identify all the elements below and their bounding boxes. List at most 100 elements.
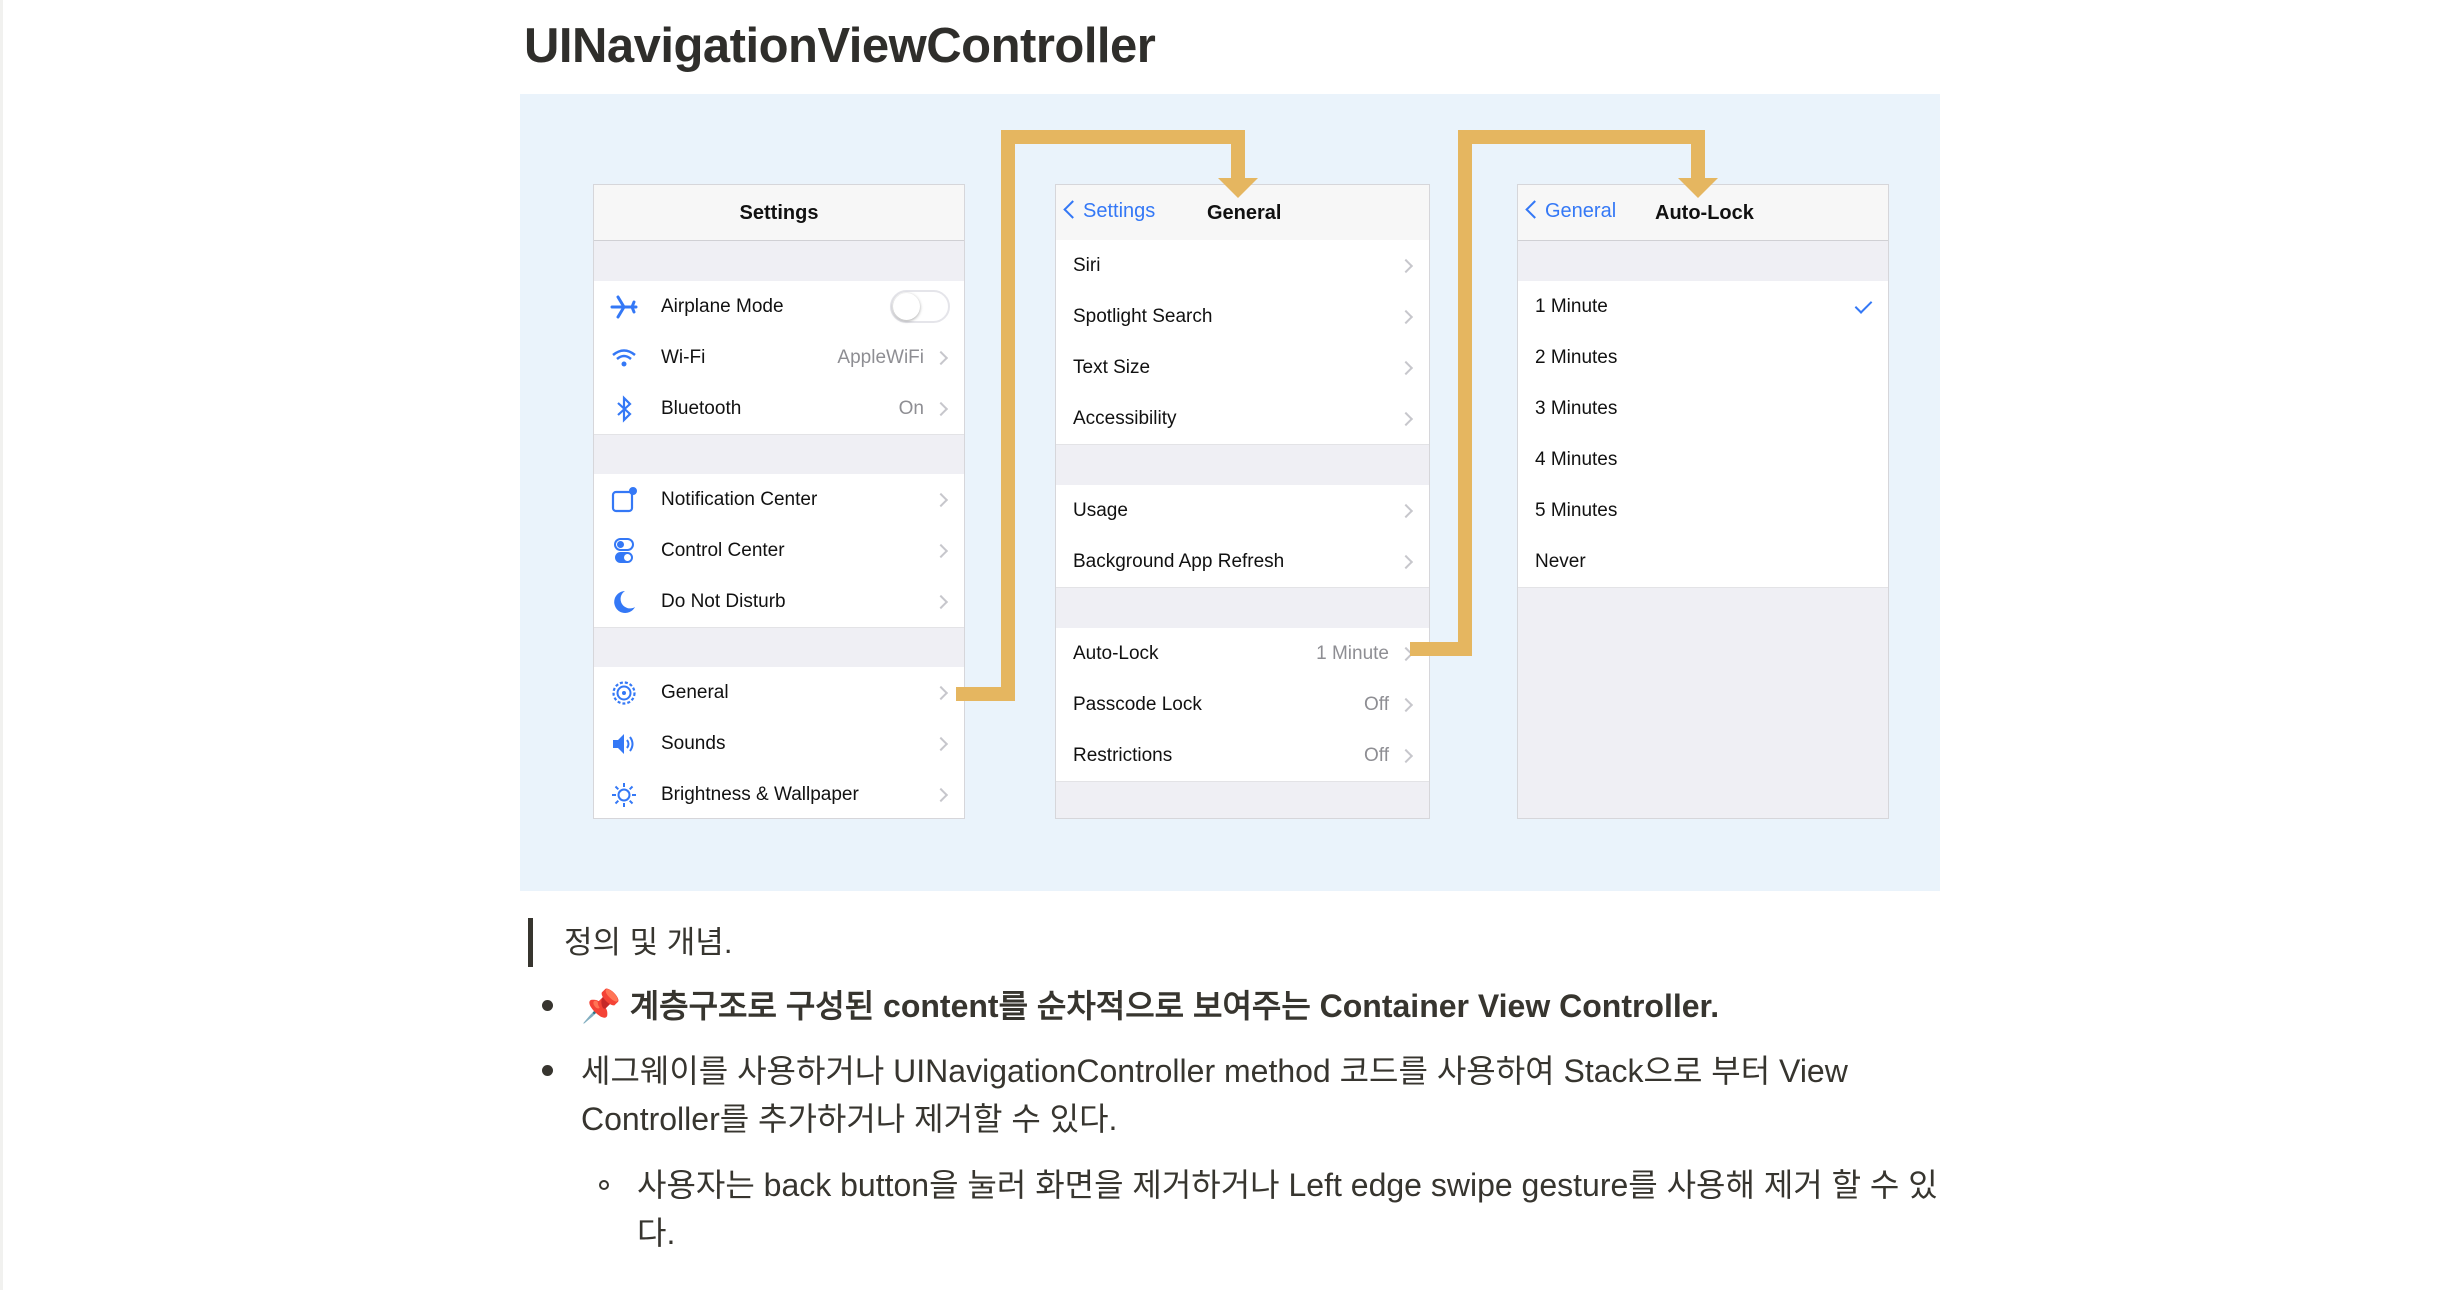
autolock-row-label: 4 Minutes — [1535, 449, 1618, 470]
bullet-text-line: 세그웨이를 사용하거나 UINavigationController metho… — [581, 1053, 1848, 1089]
chevron-right-icon — [1398, 258, 1414, 274]
chevron-right-icon — [1398, 554, 1414, 570]
settings-row-wifi[interactable]: Wi-Fi AppleWiFi — [594, 332, 964, 384]
bullet-text-line: 다. — [637, 1215, 676, 1251]
gear-icon — [610, 679, 638, 707]
bluetooth-value: On — [898, 398, 924, 419]
general-row-label: Siri — [1073, 255, 1101, 276]
settings-row-notification-center[interactable]: Notification Center — [594, 474, 964, 526]
autolock-row-label: 5 Minutes — [1535, 500, 1618, 521]
autolock-row-never[interactable]: Never — [1518, 536, 1888, 588]
general-row-label: Restrictions — [1073, 745, 1173, 766]
general-row-label: Background App Refresh — [1073, 551, 1285, 572]
general-row-passcode-lock[interactable]: Passcode Lock Off — [1056, 679, 1429, 731]
pushpin-icon: 📌 — [581, 988, 621, 1024]
autolock-row-2-minutes[interactable]: 2 Minutes — [1518, 332, 1888, 384]
chevron-right-icon — [1398, 360, 1414, 376]
general-row-label: Usage — [1073, 500, 1128, 521]
general-screen: Settings General Siri Spotlight Search T… — [1055, 184, 1430, 819]
settings-row-bluetooth[interactable]: Bluetooth On — [594, 383, 964, 435]
chevron-right-icon — [1398, 646, 1414, 662]
general-row-usage[interactable]: Usage — [1056, 485, 1429, 537]
settings-row-label: Brightness & Wallpaper — [661, 784, 859, 805]
general-row-restrictions[interactable]: Restrictions Off — [1056, 730, 1429, 782]
wifi-icon — [610, 344, 638, 372]
autolock-row-4-minutes[interactable]: 4 Minutes — [1518, 434, 1888, 486]
settings-row-label: Airplane Mode — [661, 296, 784, 317]
page-title: UINavigationViewController — [524, 19, 1156, 73]
settings-row-do-not-disturb[interactable]: Do Not Disturb — [594, 576, 964, 628]
autolock-row-5-minutes[interactable]: 5 Minutes — [1518, 485, 1888, 537]
bullet-item-2: 세그웨이를 사용하거나 UINavigationController metho… — [581, 1047, 1848, 1143]
settings-row-control-center[interactable]: Control Center — [594, 525, 964, 577]
control-center-icon — [610, 537, 638, 565]
chevron-left-icon — [1063, 200, 1082, 219]
chevron-right-icon — [933, 492, 949, 508]
bullet-item-1: 📌 계층구조로 구성된 content를 순차적으로 보여주는 Containe… — [581, 982, 1719, 1030]
general-row-accessibility[interactable]: Accessibility — [1056, 393, 1429, 445]
general-row-spotlight-search[interactable]: Spotlight Search — [1056, 291, 1429, 343]
chevron-right-icon — [1398, 503, 1414, 519]
settings-row-label: Sounds — [661, 733, 726, 754]
airplane-icon — [610, 293, 638, 321]
chevron-right-icon — [933, 787, 949, 803]
chevron-right-icon — [933, 543, 949, 559]
wifi-value: AppleWiFi — [837, 347, 924, 368]
general-row-label: Auto-Lock — [1073, 643, 1159, 664]
autolock-row-1-minute[interactable]: 1 Minute — [1518, 281, 1888, 333]
settings-row-sounds[interactable]: Sounds — [594, 718, 964, 770]
back-button[interactable]: General — [1525, 200, 1617, 223]
settings-row-label: Notification Center — [661, 489, 818, 510]
airplane-mode-toggle[interactable] — [890, 290, 950, 323]
chevron-right-icon — [933, 594, 949, 610]
back-button[interactable]: Settings — [1063, 200, 1156, 223]
sub-bullet-item-1: 사용자는 back button을 눌러 화면을 제거하거나 Left edge… — [637, 1161, 1938, 1257]
back-button-label: Settings — [1083, 200, 1156, 222]
general-row-auto-lock[interactable]: Auto-Lock 1 Minute — [1056, 628, 1429, 680]
general-row-text-size[interactable]: Text Size — [1056, 342, 1429, 394]
settings-row-label: Bluetooth — [661, 398, 742, 419]
bullet-text-line: Controller를 추가하거나 제거할 수 있다. — [581, 1101, 1118, 1137]
general-row-background-app-refresh[interactable]: Background App Refresh — [1056, 536, 1429, 588]
chevron-right-icon — [933, 401, 949, 417]
auto-lock-value: 1 Minute — [1316, 643, 1389, 664]
settings-row-general[interactable]: General — [594, 667, 964, 719]
chevron-right-icon — [1398, 697, 1414, 713]
chevron-right-icon — [933, 685, 949, 701]
general-row-label: Text Size — [1073, 357, 1151, 378]
back-button-label: General — [1545, 200, 1617, 222]
settings-navbar: Settings — [594, 185, 964, 241]
autolock-row-label: 1 Minute — [1535, 296, 1608, 317]
settings-row-label: Control Center — [661, 540, 785, 561]
notification-center-icon — [610, 486, 638, 514]
general-row-siri[interactable]: Siri — [1056, 240, 1429, 292]
chevron-right-icon — [933, 350, 949, 366]
chevron-right-icon — [1398, 411, 1414, 427]
chevron-left-icon — [1525, 200, 1544, 219]
moon-icon — [610, 588, 638, 616]
chevron-right-icon — [933, 736, 949, 752]
chevron-right-icon — [1398, 748, 1414, 764]
settings-row-label: Wi-Fi — [661, 347, 706, 368]
autolock-nav-title: Auto-Lock — [1655, 202, 1754, 224]
general-navbar: Settings General — [1056, 185, 1429, 241]
general-row-label: Passcode Lock — [1073, 694, 1202, 715]
settings-row-brightness[interactable]: Brightness & Wallpaper — [594, 769, 964, 818]
settings-nav-title: Settings — [739, 202, 819, 224]
general-nav-title: General — [1207, 202, 1282, 224]
autolock-row-label: Never — [1535, 551, 1586, 572]
settings-row-label: Do Not Disturb — [661, 591, 786, 612]
autolock-row-label: 2 Minutes — [1535, 347, 1618, 368]
settings-row-airplane[interactable]: Airplane Mode — [594, 281, 964, 333]
passcode-lock-value: Off — [1364, 694, 1389, 715]
bluetooth-icon — [610, 395, 638, 423]
speaker-icon — [610, 730, 638, 758]
bullet-text: 계층구조로 구성된 content를 순차적으로 보여주는 Container … — [629, 988, 1720, 1024]
sub-bullet-marker — [599, 1180, 609, 1190]
autolock-screen: General Auto-Lock 1 Minute 2 Minutes 3 M… — [1517, 184, 1889, 819]
autolock-row-3-minutes[interactable]: 3 Minutes — [1518, 383, 1888, 435]
definition-quote: 정의 및 개념. — [528, 918, 732, 967]
chevron-right-icon — [1398, 309, 1414, 325]
general-row-label: Accessibility — [1073, 408, 1177, 429]
bullet-text-line: 사용자는 back button을 눌러 화면을 제거하거나 Left edge… — [637, 1167, 1938, 1203]
